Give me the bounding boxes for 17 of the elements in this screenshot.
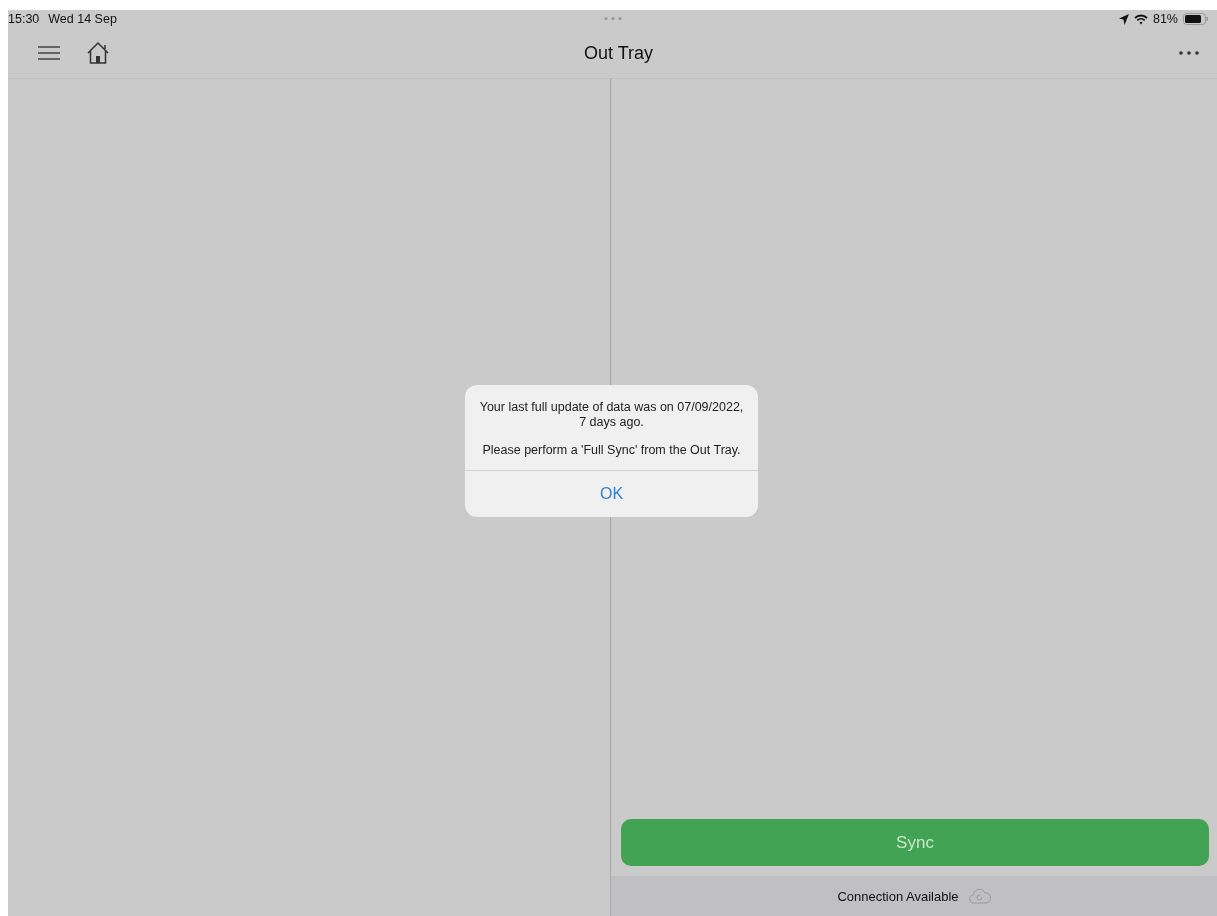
wifi-icon (1133, 13, 1148, 25)
battery-icon (1183, 13, 1209, 25)
cloud-sync-icon (968, 888, 991, 904)
alert-message: Your last full update of data was on 07/09/2022, 7 days ago. (479, 400, 744, 430)
sync-button[interactable]: Sync (621, 819, 1209, 866)
menu-icon[interactable] (38, 46, 60, 60)
page-title: Out Tray (583, 42, 654, 64)
ok-button[interactable]: OK (465, 470, 758, 517)
more-icon[interactable] (1179, 51, 1199, 55)
connection-status: Connection Available (837, 888, 959, 904)
home-icon[interactable] (86, 41, 110, 65)
multitask-dots-icon[interactable] (602, 16, 623, 21)
location-arrow-icon (1118, 13, 1129, 25)
status-time: 15:30 (8, 12, 40, 26)
alert-message: Please perform a 'Full Sync' from the Out Tray. (481, 443, 742, 458)
status-date: Wed 14 Sep (48, 12, 117, 26)
battery-percent: 81% (1152, 12, 1178, 26)
